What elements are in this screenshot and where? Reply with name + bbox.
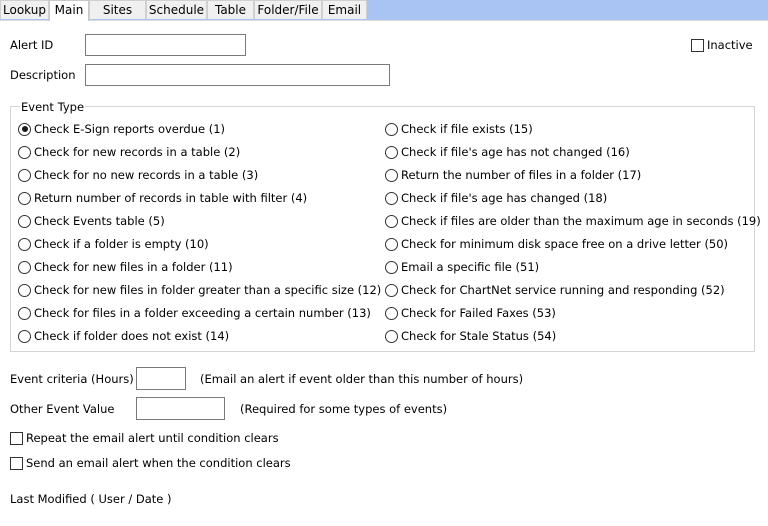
event-type-option-label: Check for Stale Status (54) <box>401 329 557 343</box>
tab-sites[interactable]: Sites <box>89 0 146 19</box>
repeat-alert-checkbox[interactable] <box>10 432 23 445</box>
event-type-option-label: Check for new files in folder greater th… <box>34 283 382 297</box>
radio-button[interactable] <box>18 260 31 274</box>
radio-button[interactable] <box>18 237 31 251</box>
radio-button[interactable] <box>385 122 398 136</box>
repeat-alert-label: Repeat the email alert until condition c… <box>26 431 279 445</box>
radio-button[interactable] <box>385 329 398 343</box>
radio-button[interactable] <box>18 214 31 228</box>
event-type-option[interactable]: Check if file exists (15) <box>385 121 533 137</box>
tab-folder-file[interactable]: Folder/File <box>254 0 322 19</box>
alert-id-input[interactable] <box>85 34 246 56</box>
event-criteria-hours-input[interactable] <box>136 367 186 390</box>
radio-button[interactable] <box>18 283 31 297</box>
event-type-option-label: Check if file's age has not changed (16) <box>401 145 630 159</box>
radio-button[interactable] <box>18 191 31 205</box>
event-type-option-label: Return number of records in table with f… <box>34 191 308 205</box>
radio-button[interactable] <box>385 306 398 320</box>
event-type-option-label: Check for ChartNet service running and r… <box>401 283 725 297</box>
event-type-option-label: Check E-Sign reports overdue (1) <box>34 122 226 136</box>
event-type-option[interactable]: Check for Failed Faxes (53) <box>385 305 556 321</box>
event-type-option[interactable]: Return number of records in table with f… <box>18 190 307 206</box>
inactive-checkbox[interactable] <box>691 39 704 52</box>
event-type-option[interactable]: Check if file's age has changed (18) <box>385 190 607 206</box>
event-type-option-label: Check if a folder is empty (10) <box>34 237 209 251</box>
event-type-option[interactable]: Check for ChartNet service running and r… <box>385 282 725 298</box>
event-type-option[interactable]: Check for files in a folder exceeding a … <box>18 305 371 321</box>
radio-button[interactable] <box>18 306 31 320</box>
event-type-option-label: Check if file's age has changed (18) <box>401 191 608 205</box>
event-type-option[interactable]: Check if folder does not exist (14) <box>18 328 229 344</box>
tab-email[interactable]: Email <box>322 0 367 19</box>
event-type-option-label: Check Events table (5) <box>34 214 165 228</box>
event-type-option[interactable]: Check if file's age has not changed (16) <box>385 144 630 160</box>
event-type-option-label: Check for Failed Faxes (53) <box>401 306 556 320</box>
send-clear-alert-label: Send an email alert when the condition c… <box>26 456 291 470</box>
event-criteria-hours-label: Event criteria (Hours) <box>10 372 134 386</box>
event-type-option[interactable]: Email a specific file (51) <box>385 259 539 275</box>
radio-button[interactable] <box>385 283 398 297</box>
description-input[interactable] <box>85 64 390 86</box>
radio-button[interactable] <box>18 168 31 182</box>
event-type-option[interactable]: Check for no new records in a table (3) <box>18 167 258 183</box>
radio-button[interactable] <box>385 191 398 205</box>
radio-button[interactable] <box>18 145 31 159</box>
alert-id-label: Alert ID <box>10 38 54 52</box>
tab-main[interactable]: Main <box>49 0 89 21</box>
event-type-option-label: Check for new files in a folder (11) <box>34 260 233 274</box>
last-modified-label: Last Modified ( User / Date ) <box>10 492 172 506</box>
event-type-option-label: Check for minimum disk space free on a d… <box>401 237 729 251</box>
radio-button[interactable] <box>385 260 398 274</box>
event-type-option[interactable]: Check for new records in a table (2) <box>18 144 240 160</box>
event-type-option[interactable]: Check for Stale Status (54) <box>385 328 556 344</box>
event-type-option-label: Check for no new records in a table (3) <box>34 168 259 182</box>
tab-lookup[interactable]: Lookup <box>0 0 49 19</box>
event-type-option[interactable]: Check for new files in a folder (11) <box>18 259 233 275</box>
event-type-option[interactable]: Check for minimum disk space free on a d… <box>385 236 728 252</box>
tab-schedule[interactable]: Schedule <box>146 0 207 19</box>
tab-table[interactable]: Table <box>207 0 254 19</box>
radio-button[interactable] <box>385 237 398 251</box>
send-clear-alert-checkbox[interactable] <box>10 457 23 470</box>
event-type-option[interactable]: Return the number of files in a folder (… <box>385 167 641 183</box>
radio-button[interactable] <box>385 145 398 159</box>
event-type-legend: Event Type <box>20 100 86 114</box>
event-type-option[interactable]: Check E-Sign reports overdue (1) <box>18 121 225 137</box>
event-type-option-label: Check for new records in a table (2) <box>34 145 241 159</box>
event-type-option-label: Check if folder does not exist (14) <box>34 329 230 343</box>
tab-panel-border <box>0 20 768 21</box>
event-type-option-label: Email a specific file (51) <box>401 260 540 274</box>
radio-button[interactable] <box>385 214 398 228</box>
radio-button[interactable] <box>18 122 31 136</box>
event-type-option-label: Check for files in a folder exceeding a … <box>34 306 371 320</box>
event-type-option[interactable]: Check Events table (5) <box>18 213 165 229</box>
event-type-option[interactable]: Check if a folder is empty (10) <box>18 236 209 252</box>
event-criteria-hours-hint: (Email an alert if event older than this… <box>200 372 524 386</box>
radio-button[interactable] <box>385 168 398 182</box>
event-type-option-label: Return the number of files in a folder (… <box>401 168 642 182</box>
event-type-option-label: Check if files are older than the maximu… <box>401 214 761 228</box>
event-type-option[interactable]: Check for new files in folder greater th… <box>18 282 381 298</box>
other-event-value-label: Other Event Value <box>10 402 115 416</box>
description-label: Description <box>10 68 76 82</box>
inactive-label: Inactive <box>707 38 753 52</box>
event-type-option[interactable]: Check if files are older than the maximu… <box>385 213 761 229</box>
event-type-option-label: Check if file exists (15) <box>401 122 533 136</box>
other-event-value-hint: (Required for some types of events) <box>240 402 448 416</box>
other-event-value-input[interactable] <box>136 397 225 420</box>
radio-button[interactable] <box>18 329 31 343</box>
